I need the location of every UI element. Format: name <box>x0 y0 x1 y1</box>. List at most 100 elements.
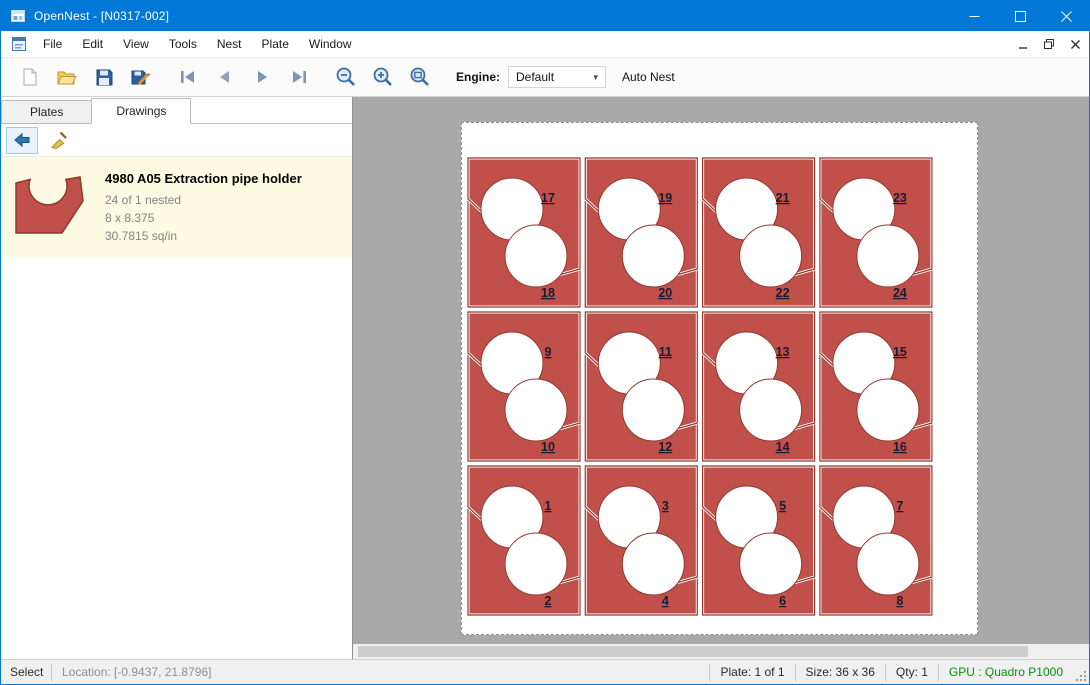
app-window: OpenNest - [N0317-002] File Edit View To… <box>0 0 1090 685</box>
part-number: 23 <box>893 191 907 205</box>
mdi-minimize-button[interactable] <box>1014 35 1032 53</box>
pipe-hole <box>622 225 684 287</box>
pipe-hole <box>505 225 567 287</box>
sidebar-toolbar <box>1 124 352 157</box>
previous-plate-icon <box>215 67 235 87</box>
nest-svg: 171819202122232491011121314151612345678 <box>462 123 977 634</box>
pipe-hole <box>740 379 802 441</box>
first-plate-button[interactable] <box>169 60 206 94</box>
horizontal-scrollbar[interactable] <box>353 644 1089 659</box>
mdi-restore-button[interactable] <box>1040 35 1058 53</box>
menu-file[interactable]: File <box>33 32 72 56</box>
status-gpu: GPU : Quadro P1000 <box>939 665 1073 679</box>
status-size: Size: 36 x 36 <box>796 665 885 679</box>
nest-cell[interactable]: 9 10 <box>468 312 580 461</box>
nest-cell[interactable]: 1516 <box>820 312 932 461</box>
part-number: 3 <box>662 499 669 513</box>
nest-cell[interactable]: 34 <box>585 466 697 615</box>
first-plate-icon <box>178 67 198 87</box>
part-number: 7 <box>896 499 903 513</box>
close-button[interactable] <box>1043 1 1089 31</box>
part-number: 16 <box>893 440 907 454</box>
zoom-fit-icon <box>409 66 431 88</box>
menu-plate[interactable]: Plate <box>252 32 299 56</box>
tab-drawings[interactable]: Drawings <box>91 98 191 124</box>
maximize-button[interactable] <box>997 1 1043 31</box>
drawing-list-item[interactable]: 4980 A05 Extraction pipe holder 24 of 1 … <box>1 157 352 257</box>
toolbar-separator <box>317 64 327 90</box>
toolbar-separator <box>159 64 169 90</box>
nest-cell[interactable]: 1112 <box>585 312 697 461</box>
engine-label: Engine: <box>456 70 500 84</box>
previous-plate-button[interactable] <box>206 60 243 94</box>
sidebar: Plates Drawings 4980 A05 Extractio <box>1 97 353 659</box>
drawing-area: 30.7815 sq/in <box>105 227 302 245</box>
nest-cell[interactable]: 1920 <box>585 158 697 307</box>
zoom-out-button[interactable] <box>327 60 364 94</box>
part-number: 10 <box>541 440 555 454</box>
nest-cell[interactable]: 56 <box>703 466 815 615</box>
tab-plates[interactable]: Plates <box>1 100 92 123</box>
save-edit-button[interactable] <box>122 60 159 94</box>
menu-nest[interactable]: Nest <box>207 32 252 56</box>
clean-button[interactable] <box>43 127 75 154</box>
plate[interactable]: 171819202122232491011121314151612345678 <box>461 122 978 635</box>
status-bar: Select Location: [-0.9437, 21.8796] Plat… <box>1 659 1089 684</box>
part-number: 1 <box>545 499 552 513</box>
replace-drawing-button[interactable] <box>6 127 38 154</box>
zoom-out-icon <box>335 66 357 88</box>
menu-edit[interactable]: Edit <box>72 32 113 56</box>
menu-bar: File Edit View Tools Nest Plate Window <box>1 31 1089 57</box>
nest-cell[interactable]: 2122 <box>703 158 815 307</box>
part-number: 13 <box>776 345 790 359</box>
pipe-hole <box>505 533 567 595</box>
new-button[interactable] <box>11 60 48 94</box>
pipe-hole <box>622 533 684 595</box>
sidebar-tabstrip: Plates Drawings <box>1 97 352 124</box>
next-plate-icon <box>252 67 272 87</box>
clean-icon <box>49 130 69 150</box>
save-edit-icon <box>130 67 151 87</box>
save-icon <box>94 67 114 87</box>
auto-nest-button[interactable]: Auto Nest <box>622 70 675 84</box>
main-toolbar: Engine: Default ▾ Auto Nest <box>1 57 1089 97</box>
last-plate-button[interactable] <box>280 60 317 94</box>
mdi-close-button[interactable] <box>1066 35 1084 53</box>
next-plate-button[interactable] <box>243 60 280 94</box>
app-icon <box>10 8 26 24</box>
title-bar[interactable]: OpenNest - [N0317-002] <box>1 1 1089 31</box>
zoom-fit-button[interactable] <box>401 60 438 94</box>
nest-cell[interactable]: 2324 <box>820 158 932 307</box>
replace-drawing-icon <box>12 130 32 150</box>
nest-canvas[interactable]: 171819202122232491011121314151612345678 <box>353 97 1089 659</box>
resize-grip[interactable] <box>1073 660 1089 684</box>
close-icon <box>1061 11 1072 22</box>
part-number: 22 <box>776 286 790 300</box>
pipe-hole <box>857 379 919 441</box>
drawing-title: 4980 A05 Extraction pipe holder <box>105 171 302 186</box>
menu-tools[interactable]: Tools <box>159 32 207 56</box>
pipe-hole <box>740 225 802 287</box>
pipe-hole <box>622 379 684 441</box>
part-shape-icon <box>13 171 87 235</box>
open-button[interactable] <box>48 60 85 94</box>
menu-view[interactable]: View <box>113 32 159 56</box>
part-number: 2 <box>545 594 552 608</box>
resize-grip-icon <box>1075 670 1087 682</box>
status-plate: Plate: 1 of 1 <box>710 665 794 679</box>
part-number: 9 <box>545 345 552 359</box>
part-number: 14 <box>776 440 790 454</box>
nest-cell[interactable]: 78 <box>820 466 932 615</box>
part-number: 8 <box>896 594 903 608</box>
nest-cell[interactable]: 13 14 <box>703 312 815 461</box>
nest-cell[interactable]: 1718 <box>468 158 580 307</box>
pipe-hole <box>857 225 919 287</box>
menu-window[interactable]: Window <box>299 32 362 56</box>
save-button[interactable] <box>85 60 122 94</box>
zoom-in-button[interactable] <box>364 60 401 94</box>
nest-cell[interactable]: 12 <box>468 466 580 615</box>
part-number: 20 <box>658 286 672 300</box>
scrollbar-thumb[interactable] <box>358 646 1028 657</box>
engine-select[interactable]: Default ▾ <box>508 66 606 88</box>
minimize-button[interactable] <box>951 1 997 31</box>
